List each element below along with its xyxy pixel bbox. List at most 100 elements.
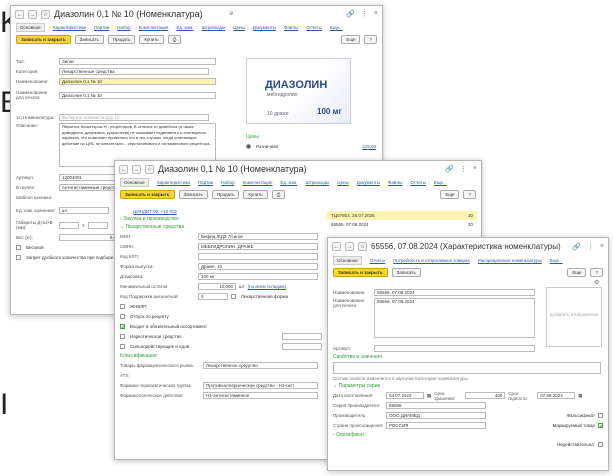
gear-icon[interactable]: ⚙ (594, 279, 599, 286)
country-field[interactable]: РОССИЯ (386, 422, 486, 429)
write-close-button[interactable]: Записать и закрыть (120, 190, 175, 199)
menu-icon[interactable]: ⋮ (361, 10, 368, 18)
tab-kit[interactable]: Комплектация (139, 25, 169, 30)
name-field[interactable]: Диазолин 0,1 № 10 (59, 78, 216, 85)
back-arrow-icon[interactable]: ← (119, 164, 128, 174)
series-field[interactable]: 65656 (386, 402, 486, 409)
print-icon[interactable]: ⎙ (271, 190, 286, 199)
print-icon[interactable]: ⎙ (167, 35, 182, 44)
date-field[interactable]: 04.07.2023 (386, 392, 424, 399)
tab-lots[interactable]: Партии (198, 180, 213, 185)
mnn-field[interactable]: Бифид ЖДЗ 7/сигов (198, 233, 318, 240)
tab-units[interactable]: Ед. изм. (176, 25, 193, 30)
tab-prices[interactable]: Цены (337, 180, 349, 185)
favorite-star-icon[interactable]: ☆ (358, 242, 367, 251)
tab-reports[interactable]: Отчеты (306, 25, 322, 30)
write-close-button[interactable]: Записать и закрыть (16, 35, 71, 44)
write-close-button[interactable]: Записать и закрыть (333, 268, 388, 277)
price-value[interactable]: 215,00 (362, 144, 376, 149)
tab-characteristics[interactable]: Характеристики (157, 180, 190, 185)
buy-button[interactable]: Купить (243, 190, 268, 199)
list-item[interactable]: 65556, 07.08.2024 20 (327, 220, 477, 229)
article-field[interactable] (374, 345, 535, 352)
tab-files[interactable]: Файлы (388, 180, 402, 185)
back-arrow-icon[interactable]: ← (15, 9, 24, 19)
term-field[interactable]: 400 (465, 392, 506, 399)
menu-icon[interactable]: ⋮ (587, 243, 594, 251)
more-button[interactable]: Еще (341, 35, 361, 44)
zhnvlp-checkbox[interactable] (120, 304, 125, 309)
invalid-checkbox[interactable] (598, 442, 603, 447)
type-field[interactable]: Запас (59, 58, 216, 65)
tab-files[interactable]: Файлы (284, 25, 298, 30)
help-button[interactable]: ? (463, 190, 476, 199)
small-link[interactable]: ЦИНДИТ 00, +10 ЮЗ (133, 209, 327, 214)
drug-section[interactable]: ⌄ Лекарственные средства (120, 224, 322, 230)
props-area[interactable] (333, 362, 601, 374)
mandatory-checkbox[interactable]: ✓ (120, 324, 125, 331)
tab-units[interactable]: Ед. изм. (280, 180, 297, 185)
link-icon[interactable]: 🔗 (572, 243, 581, 251)
more-button[interactable]: Еще (567, 268, 587, 277)
params-section[interactable]: ⌄ Параметры серии (333, 383, 605, 389)
pd-field[interactable]: Н1-антигистаминное (203, 392, 318, 399)
link-icon[interactable]: 🔗 (445, 165, 454, 173)
favorite-star-icon[interactable]: ☆ (145, 164, 154, 174)
tab-lots[interactable]: Партии (94, 25, 109, 30)
write-button[interactable]: Записать (178, 190, 208, 199)
tab-set[interactable]: Набор (221, 180, 234, 185)
cert-section[interactable]: › Сертификат (333, 432, 605, 438)
unit-field[interactable]: шт (59, 206, 109, 214)
link-icon[interactable]: 🔗 (346, 10, 355, 18)
favorite-star-icon[interactable]: ☆ (41, 9, 50, 19)
potent-field[interactable] (282, 343, 322, 350)
help-button[interactable]: ? (590, 268, 603, 277)
write-button[interactable]: Записать (391, 268, 421, 277)
tab-reports[interactable]: Отчеты (370, 258, 386, 263)
help-button[interactable]: ? (364, 35, 377, 44)
list-item[interactable]: ТЦ07803, 26.07.2025 10 (327, 211, 477, 220)
falsified-checkbox[interactable] (598, 413, 603, 418)
tab-reports[interactable]: Отчеты (410, 180, 426, 185)
category-field[interactable]: Лекарственные средства (59, 68, 209, 75)
write-button[interactable]: Записать (74, 35, 104, 44)
dose-field[interactable]: 100 мг (198, 273, 318, 280)
lek-form-checkbox[interactable] (231, 294, 236, 299)
tab-distribution[interactable]: Распределение номенклатуры (478, 258, 542, 263)
klp-field[interactable] (198, 253, 318, 260)
prescription-checkbox[interactable] (120, 314, 125, 319)
weighted-checkbox[interactable] (16, 245, 21, 250)
tab-prices[interactable]: Цены (233, 25, 245, 30)
restrict-checkbox[interactable] (16, 255, 21, 260)
tab-main[interactable]: Основное (333, 256, 362, 265)
code-field[interactable]: 0 (198, 293, 228, 300)
tab-main[interactable]: Основное (16, 23, 45, 32)
more-button[interactable]: Еще (440, 190, 460, 199)
min-stock-field[interactable]: 10,000 (198, 283, 236, 290)
smnn-field[interactable]: МЕБГИДРОЛИН. ДРАЖЕ (198, 243, 318, 250)
tab-documents[interactable]: Документы (357, 180, 380, 185)
print-name-field[interactable]: 65556, 07.08.2024 (374, 298, 535, 338)
name-field[interactable]: 65556, 07.08.2024 (374, 289, 535, 296)
ftg-field[interactable]: Противоаллергическое средство - Н1-гист (203, 382, 318, 389)
onec-field[interactable]: Выберите номенклатуру 1С (59, 114, 209, 121)
tab-more[interactable]: Еще... (434, 180, 447, 185)
form-field[interactable]: Драже, 10 (198, 263, 318, 270)
tab-more[interactable]: Еще... (330, 25, 343, 30)
purchase-section[interactable]: › Закупка и производство (120, 216, 322, 222)
tab-set[interactable]: Набор (117, 25, 130, 30)
close-icon[interactable]: × (374, 10, 378, 18)
narcotic-checkbox[interactable] (120, 334, 125, 339)
forward-arrow-icon[interactable]: → (28, 9, 37, 19)
trp-field[interactable]: Лекарственное средство (203, 362, 318, 369)
close-icon[interactable]: × (473, 165, 477, 173)
sell-button[interactable]: Продать (211, 190, 240, 199)
potent-checkbox[interactable] (120, 344, 125, 349)
all-warehouses-link[interactable]: (по всем складам) (248, 284, 286, 289)
photo-placeholder[interactable]: Добавить изображение (546, 287, 602, 347)
marked-checkbox[interactable]: ✓ (598, 423, 603, 430)
narcotic-field[interactable] (282, 333, 322, 340)
dim-length[interactable] (59, 221, 79, 229)
tab-main[interactable]: Основное (120, 178, 149, 187)
print-name-field[interactable]: Диазолин 0,1 № 10 (59, 91, 216, 99)
